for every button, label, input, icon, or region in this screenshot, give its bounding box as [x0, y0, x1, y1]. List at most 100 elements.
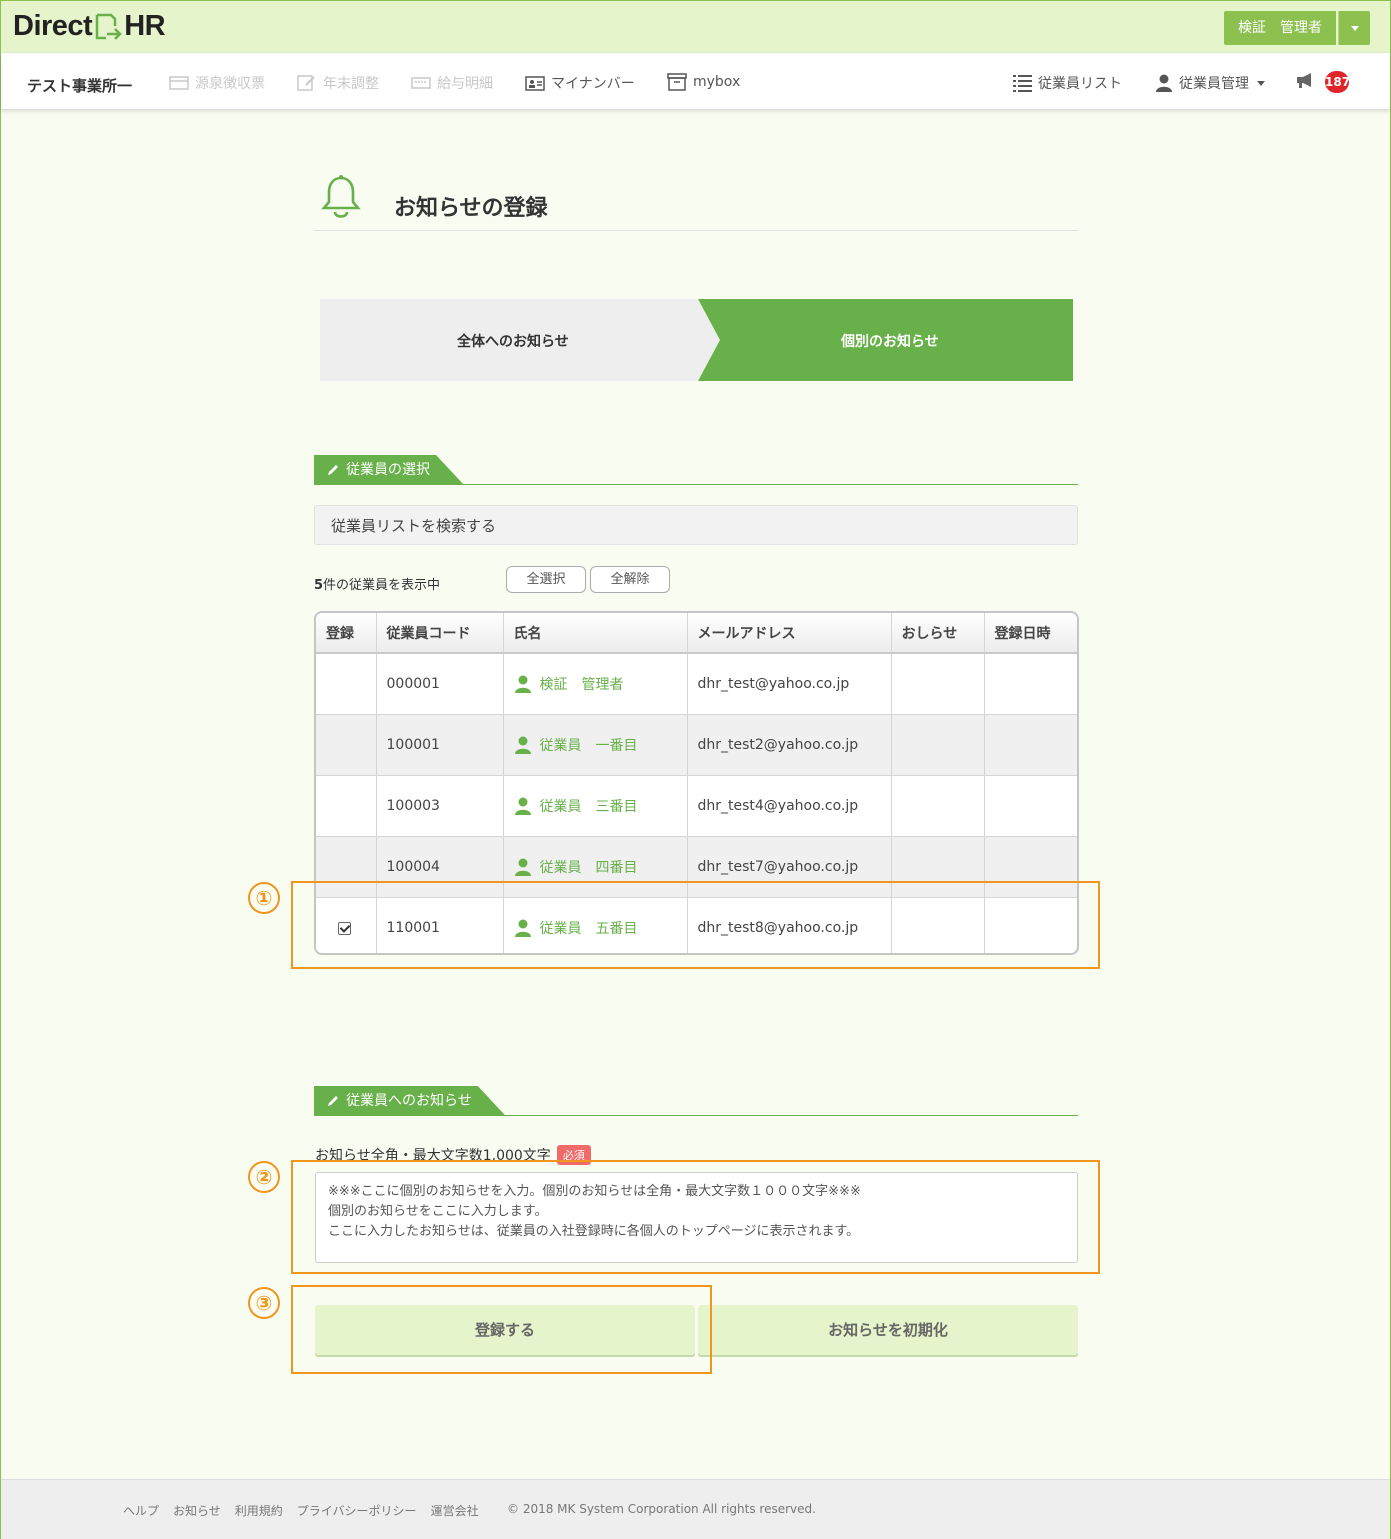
pencil-icon — [326, 463, 340, 477]
box-icon — [667, 73, 687, 91]
table-row[interactable]: 000001 検証 管理者 dhr_test@yahoo.co.jp — [316, 653, 1077, 715]
employee-name-link[interactable]: 検証 管理者 — [514, 654, 687, 714]
col-email[interactable]: メールアドレス — [687, 613, 892, 654]
col-employee-code[interactable]: 従業員コード — [376, 613, 504, 654]
table-row[interactable]: 100001 従業員 一番目 dhr_test2@yahoo.co.jp — [316, 714, 1077, 776]
main-nav: テスト事業所一 源泉徴収票 年末調整 給与明細 マイナンバー mybox 従業員… — [1, 53, 1390, 109]
nav-employee-admin-label: 従業員管理 — [1179, 76, 1249, 92]
user-menu-button[interactable]: 検証 管理者 — [1224, 11, 1336, 45]
nav-mynumber[interactable]: マイナンバー — [525, 73, 635, 93]
table-header-row: 登録 従業員コード 氏名 メールアドレス おしらせ 登録日時 — [316, 613, 1077, 654]
user-icon — [514, 797, 531, 815]
notice-section-header: 従業員へのお知らせ — [314, 1086, 1078, 1116]
chevron-down-icon — [1257, 80, 1265, 86]
edit-document-icon — [297, 75, 315, 91]
employee-code: 000001 — [376, 653, 504, 715]
employee-name-link[interactable]: 従業員 一番目 — [514, 715, 687, 775]
employee-count-number: 5 — [314, 578, 324, 593]
footer-link-help[interactable]: ヘルプ — [123, 1502, 159, 1519]
user-icon — [514, 675, 531, 693]
app-logo[interactable]: Direct HR — [13, 10, 166, 43]
page-title: お知らせの登録 — [394, 196, 548, 221]
col-name[interactable]: 氏名 — [503, 613, 688, 654]
nav-notifications[interactable] — [1295, 71, 1317, 89]
col-notice[interactable]: おしらせ — [891, 613, 985, 654]
employee-count-suffix: 件の従業員を表示中 — [323, 578, 441, 593]
employee-email: dhr_test2@yahoo.co.jp — [687, 714, 892, 776]
employee-name: 検証 管理者 — [539, 677, 624, 693]
office-name[interactable]: テスト事業所一 — [27, 75, 132, 96]
copyright: © 2018 MK System Corporation All rights … — [507, 1502, 816, 1516]
employee-section-tag: 従業員の選択 — [314, 455, 464, 485]
nav-mybox-label: mybox — [693, 74, 741, 90]
employee-email: dhr_test@yahoo.co.jp — [687, 653, 892, 715]
employee-registered-at — [984, 775, 1077, 837]
page-header: お知らせの登録 — [314, 169, 1078, 231]
reset-notice-button[interactable]: お知らせを初期化 — [698, 1305, 1078, 1355]
keyboard-icon — [411, 77, 431, 89]
user-icon — [514, 736, 531, 754]
employee-email: dhr_test4@yahoo.co.jp — [687, 775, 892, 837]
annotation-box-3 — [291, 1285, 712, 1374]
tab-individual-notice-label: 個別のお知らせ — [841, 334, 939, 350]
annotation-box-2 — [291, 1160, 1100, 1274]
notice-section-tag: 従業員へのお知らせ — [314, 1086, 506, 1116]
nav-kyuyo-label: 給与明細 — [437, 76, 493, 92]
employee-name: 従業員 三番目 — [539, 799, 638, 815]
employee-name-link[interactable]: 従業員 三番目 — [514, 776, 687, 836]
nav-employee-admin[interactable]: 従業員管理 — [1155, 73, 1265, 93]
deselect-all-button[interactable]: 全解除 — [590, 566, 670, 593]
employee-notice — [891, 714, 985, 776]
col-registered-at[interactable]: 登録日時 — [984, 613, 1077, 654]
footer-link-terms[interactable]: 利用規約 — [235, 1502, 283, 1519]
employee-notice — [891, 775, 985, 837]
card-icon — [169, 76, 189, 90]
employee-code: 100003 — [376, 775, 504, 837]
employee-name: 従業員 四番目 — [539, 860, 638, 876]
megaphone-icon — [1297, 73, 1311, 88]
nav-mybox[interactable]: mybox — [667, 73, 740, 91]
nav-nenmatsu-label: 年末調整 — [323, 76, 379, 92]
bell-icon — [321, 175, 361, 218]
employee-registered-at — [984, 653, 1077, 715]
notice-section-title: 従業員へのお知らせ — [346, 1093, 472, 1109]
select-all-button[interactable]: 全選択 — [506, 566, 586, 593]
user-icon — [1156, 74, 1172, 92]
annotation-number-3: ③ — [248, 1287, 280, 1319]
tab-individual-notice[interactable]: 個別のお知らせ — [698, 299, 1073, 381]
employee-count: 5件の従業員を表示中 — [314, 574, 440, 593]
footer-links: ヘルプ お知らせ 利用規約 プライバシーポリシー 運営会社 — [123, 1502, 479, 1519]
register-cell[interactable] — [316, 653, 377, 715]
id-card-icon — [525, 76, 545, 91]
nav-employee-list-label: 従業員リスト — [1038, 76, 1122, 92]
footer: ヘルプ お知らせ 利用規約 プライバシーポリシー 運営会社 © 2018 MK … — [1, 1479, 1390, 1539]
nav-nenmatsu[interactable]: 年末調整 — [297, 73, 379, 93]
footer-link-company[interactable]: 運営会社 — [431, 1502, 479, 1519]
employee-notice — [891, 653, 985, 715]
pencil-icon — [326, 1094, 340, 1108]
nav-gensen[interactable]: 源泉徴収票 — [169, 73, 265, 93]
user-icon — [514, 858, 531, 876]
footer-link-privacy[interactable]: プライバシーポリシー — [297, 1502, 417, 1519]
register-cell[interactable] — [316, 714, 377, 776]
tab-all-notice-label: 全体へのお知らせ — [457, 334, 569, 350]
nav-gensen-label: 源泉徴収票 — [195, 76, 265, 92]
top-bar: Direct HR 検証 管理者 — [1, 1, 1390, 53]
notification-badge[interactable]: 187 — [1325, 71, 1350, 93]
employee-search-toggle[interactable]: 従業員リストを検索する — [314, 505, 1078, 545]
col-register[interactable]: 登録 — [316, 613, 377, 654]
logo-text-hr: HR — [124, 10, 166, 42]
footer-link-news[interactable]: お知らせ — [173, 1502, 221, 1519]
user-menu-caret-icon[interactable] — [1338, 11, 1370, 45]
list-icon — [1013, 75, 1032, 92]
logo-doc-icon — [95, 13, 122, 40]
table-row[interactable]: 100003 従業員 三番目 dhr_test4@yahoo.co.jp — [316, 775, 1077, 837]
employee-code: 100001 — [376, 714, 504, 776]
employee-registered-at — [984, 714, 1077, 776]
register-cell[interactable] — [316, 775, 377, 837]
logo-text-direct: Direct — [13, 10, 93, 42]
nav-employee-list[interactable]: 従業員リスト — [1013, 73, 1122, 93]
nav-kyuyo[interactable]: 給与明細 — [411, 73, 493, 93]
employee-name: 従業員 一番目 — [539, 738, 638, 754]
tab-all-notice[interactable]: 全体へのお知らせ — [320, 299, 720, 381]
